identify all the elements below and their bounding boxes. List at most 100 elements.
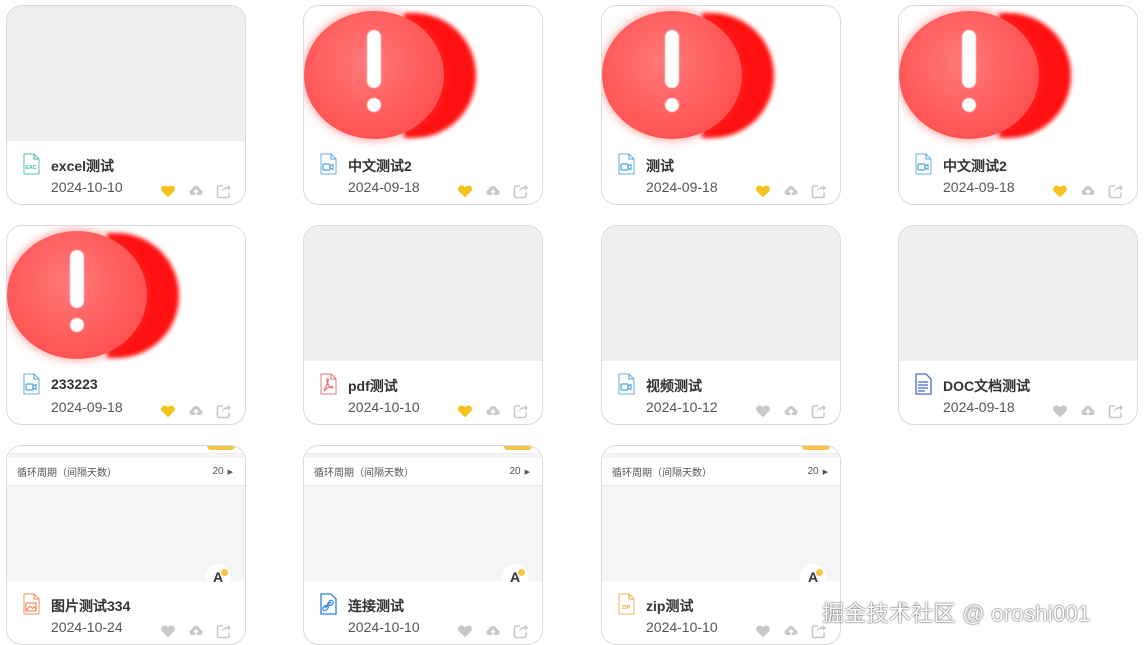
file-thumbnail[interactable] — [899, 6, 1137, 141]
file-name[interactable]: 视频测试 — [646, 376, 702, 396]
file-name[interactable]: pdf测试 — [348, 376, 398, 396]
preview-setting-value: 20 — [807, 466, 819, 477]
share-icon[interactable] — [1108, 183, 1124, 199]
file-date: 2024-10-10 — [348, 619, 420, 635]
heart-icon[interactable] — [457, 623, 473, 639]
heart-icon[interactable] — [755, 403, 771, 419]
preview-setting-row: 循环周期（间隔天数） 20 ▶ — [304, 458, 542, 486]
preview-setting-label: 循环周期（间隔天数） — [17, 468, 117, 479]
file-card[interactable]: 视频测试 2024-10-12 — [601, 225, 841, 425]
share-icon[interactable] — [811, 183, 827, 199]
share-icon[interactable] — [513, 623, 529, 639]
preview-setting-value: 20 — [509, 466, 521, 477]
file-card[interactable]: 循环周期（间隔天数） 20 ▶ A 图片测试334 2024-10-24 — [6, 445, 246, 645]
heart-icon[interactable] — [160, 403, 176, 419]
file-thumbnail[interactable] — [304, 6, 542, 141]
file-name[interactable]: 图片测试334 — [51, 596, 130, 616]
file-actions — [755, 623, 827, 639]
file-date: 2024-09-18 — [646, 179, 718, 195]
file-thumbnail[interactable]: 循环周期（间隔天数） 20 ▶ A — [304, 446, 542, 590]
share-icon[interactable] — [216, 403, 232, 419]
file-name[interactable]: 中文测试2 — [348, 156, 412, 176]
doc-file-icon — [914, 373, 932, 395]
exclamation-icon — [68, 250, 86, 336]
share-icon[interactable] — [513, 183, 529, 199]
file-info: 视频测试 2024-10-12 — [602, 361, 840, 424]
heart-icon[interactable] — [457, 183, 473, 199]
file-thumbnail[interactable] — [7, 226, 245, 361]
file-name[interactable]: 连接测试 — [348, 596, 404, 616]
share-icon[interactable] — [216, 183, 232, 199]
preview-setting-label: 循环周期（间隔天数） — [314, 468, 414, 479]
cloud-upload-icon[interactable] — [188, 623, 204, 639]
file-thumbnail[interactable] — [602, 6, 840, 141]
file-name[interactable]: 233223 — [51, 376, 98, 392]
file-name[interactable]: DOC文档测试 — [943, 376, 1030, 396]
file-card[interactable]: pdf测试 2024-10-10 — [303, 225, 543, 425]
cloud-upload-icon[interactable] — [188, 183, 204, 199]
file-thumbnail[interactable] — [602, 226, 840, 361]
file-card[interactable]: EXC excel测试 2024-10-10 — [6, 5, 246, 205]
file-info: EXC excel测试 2024-10-10 — [7, 141, 245, 204]
file-info: pdf测试 2024-10-10 — [304, 361, 542, 424]
excel-file-icon: EXC — [22, 153, 40, 175]
video-file-icon — [914, 153, 932, 175]
heart-icon[interactable] — [457, 403, 473, 419]
file-actions — [1052, 403, 1124, 419]
cloud-upload-icon[interactable] — [783, 183, 799, 199]
file-card[interactable]: 中文测试2 2024-09-18 — [303, 5, 543, 205]
file-date: 2024-09-18 — [943, 399, 1015, 415]
video-file-icon — [22, 373, 40, 395]
file-card[interactable]: 233223 2024-09-18 — [6, 225, 246, 425]
file-thumbnail[interactable]: 循环周期（间隔天数） 20 ▶ A — [602, 446, 840, 590]
file-name[interactable]: 中文测试2 — [943, 156, 1007, 176]
file-card[interactable]: 循环周期（间隔天数） 20 ▶ A ZIP zip测试 2024-10-10 — [601, 445, 841, 645]
file-name[interactable]: excel测试 — [51, 156, 114, 176]
share-icon[interactable] — [513, 403, 529, 419]
cloud-upload-icon[interactable] — [1080, 403, 1096, 419]
file-card[interactable]: 中文测试2 2024-09-18 — [898, 5, 1138, 205]
heart-icon[interactable] — [160, 183, 176, 199]
file-actions — [160, 183, 232, 199]
file-thumbnail[interactable] — [899, 226, 1137, 361]
file-info: ZIP zip测试 2024-10-10 — [602, 581, 840, 644]
file-card[interactable]: 循环周期（间隔天数） 20 ▶ A 连接测试 2024-10-10 — [303, 445, 543, 645]
heart-icon[interactable] — [1052, 403, 1068, 419]
exclamation-icon — [365, 30, 383, 116]
link-file-icon — [319, 593, 337, 615]
cloud-upload-icon[interactable] — [1080, 183, 1096, 199]
cloud-upload-icon[interactable] — [783, 403, 799, 419]
file-card[interactable]: 测试 2024-09-18 — [601, 5, 841, 205]
zip-file-icon: ZIP — [617, 593, 635, 615]
share-icon[interactable] — [1108, 403, 1124, 419]
file-info: 中文测试2 2024-09-18 — [899, 141, 1137, 204]
file-thumbnail[interactable] — [7, 6, 245, 141]
cloud-upload-icon[interactable] — [485, 183, 501, 199]
heart-icon[interactable] — [160, 623, 176, 639]
svg-text:ZIP: ZIP — [622, 605, 631, 611]
exclamation-icon — [663, 30, 681, 116]
file-date: 2024-10-24 — [51, 619, 123, 635]
preview-setting-row: 循环周期（间隔天数） 20 ▶ — [602, 458, 840, 486]
file-date: 2024-09-18 — [51, 399, 123, 415]
file-date: 2024-10-10 — [51, 179, 123, 195]
preview-setting-row: 循环周期（间隔天数） 20 ▶ — [7, 458, 245, 486]
heart-icon[interactable] — [755, 183, 771, 199]
file-thumbnail[interactable]: 循环周期（间隔天数） 20 ▶ A — [7, 446, 245, 590]
file-name[interactable]: zip测试 — [646, 596, 693, 616]
file-name[interactable]: 测试 — [646, 156, 674, 176]
file-info: DOC文档测试 2024-09-18 — [899, 361, 1137, 424]
video-file-icon — [617, 373, 635, 395]
cloud-upload-icon[interactable] — [485, 623, 501, 639]
cloud-upload-icon[interactable] — [485, 403, 501, 419]
svg-text:EXC: EXC — [25, 165, 36, 171]
caret-right-icon: ▶ — [822, 468, 828, 476]
file-thumbnail[interactable] — [304, 226, 542, 361]
share-icon[interactable] — [811, 403, 827, 419]
heart-icon[interactable] — [755, 623, 771, 639]
cloud-upload-icon[interactable] — [188, 403, 204, 419]
file-card[interactable]: DOC文档测试 2024-09-18 — [898, 225, 1138, 425]
heart-icon[interactable] — [1052, 183, 1068, 199]
cloud-upload-icon[interactable] — [783, 623, 799, 639]
share-icon[interactable] — [216, 623, 232, 639]
